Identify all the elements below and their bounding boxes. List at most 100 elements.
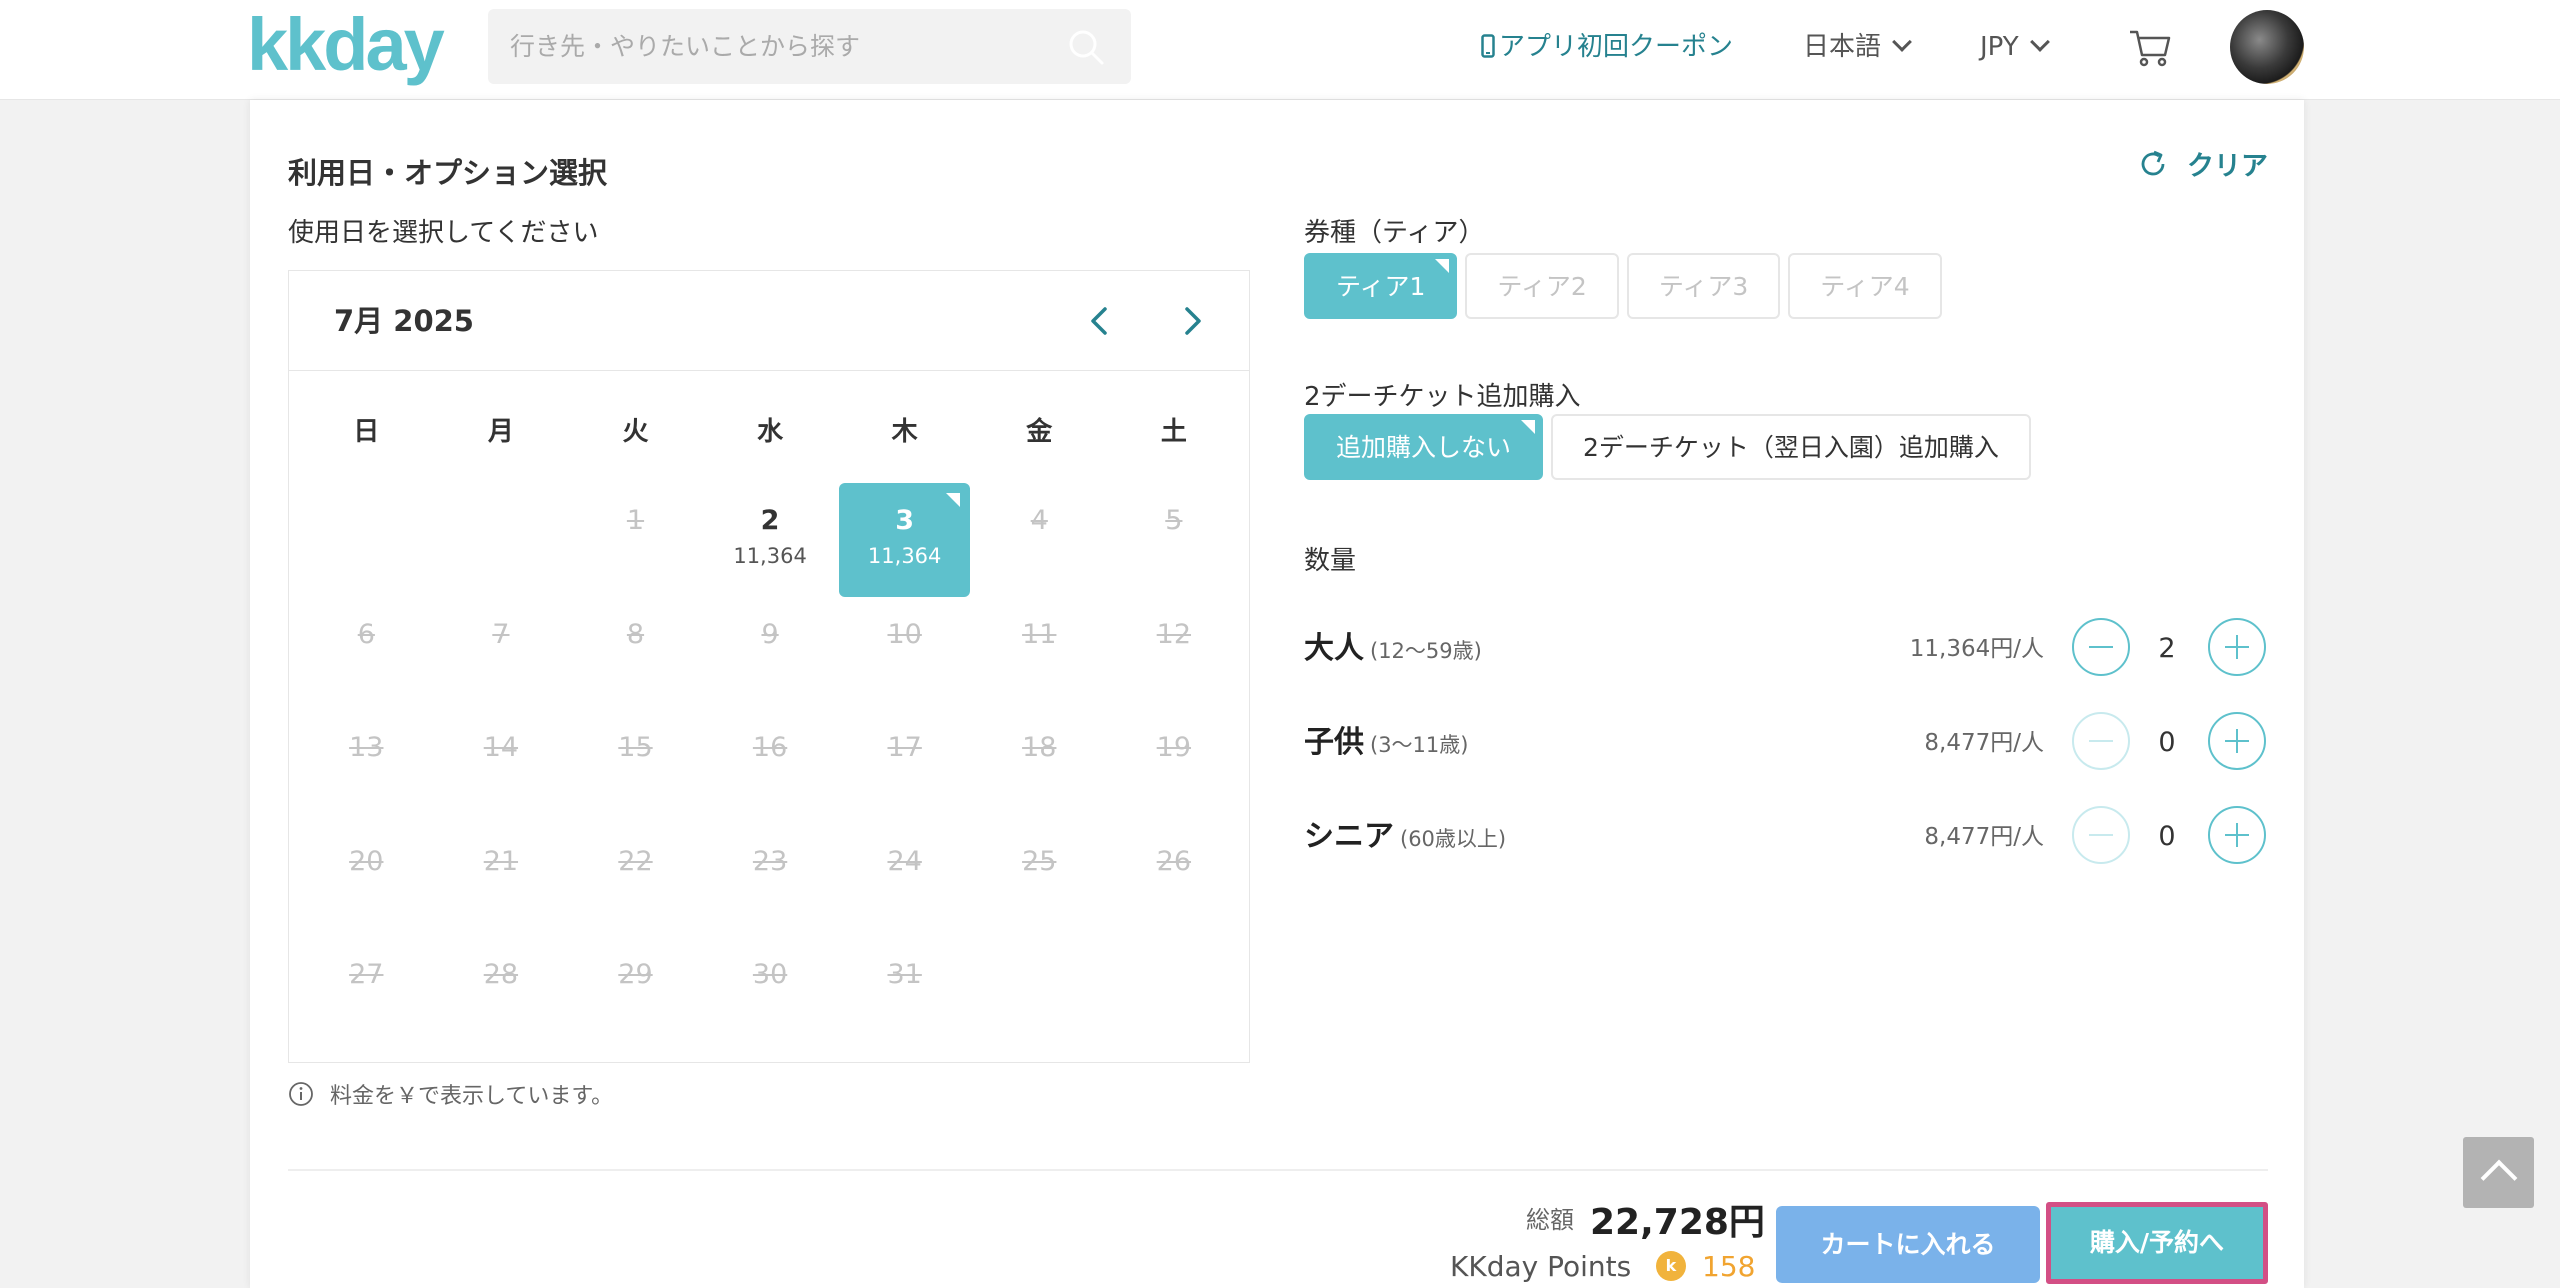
day-number: 9 [761, 618, 779, 650]
calendar-day: 27 [299, 937, 434, 1051]
tier-option-1[interactable]: ティア1 [1304, 253, 1458, 319]
calendar-days: 1 2 11,364 3 11,364 4 5 6 7 8 9 10 11 12 13 14 15 16 17 18 1… [299, 483, 1241, 1051]
chevron-left-icon[interactable] [1079, 299, 1123, 343]
calendar-day: 9 [703, 597, 838, 711]
decrement-button [2072, 712, 2130, 770]
cart-icon[interactable] [2128, 28, 2172, 68]
unit-price: 8,477円/人 [1924, 730, 2044, 756]
increment-button[interactable] [2208, 712, 2266, 770]
clear-label: クリア [2187, 151, 2268, 182]
increment-button[interactable] [2208, 806, 2266, 864]
app-coupon-link[interactable]: アプリ初回クーポン [1481, 0, 1733, 94]
back-to-top-button[interactable] [2463, 1137, 2534, 1208]
calendar-day[interactable]: 3 11,364 [839, 483, 970, 597]
increment-button[interactable] [2208, 618, 2266, 676]
day-number: 10 [887, 618, 922, 650]
date-calendar: 7月 2025 日月火水木金土 1 2 11,364 3 11,364 4 5 6 7 8 9 10 1… [288, 270, 1250, 1063]
day-number: 17 [887, 732, 922, 763]
day-number: 3 [895, 505, 915, 536]
kkday-logo[interactable]: kkday [247, 8, 445, 82]
buy-reserve-button[interactable]: 購入/予約へ [2046, 1202, 2268, 1284]
day-number: 31 [887, 959, 922, 990]
day-number: 24 [887, 845, 922, 877]
calendar-day[interactable]: 2 11,364 [703, 483, 838, 597]
tier-option-2: ティア2 [1465, 253, 1619, 319]
day-price: 11,364 [733, 544, 807, 568]
tier-option-3: ティア3 [1626, 253, 1781, 319]
day-number: 21 [483, 845, 519, 877]
calendar-day: 15 [568, 710, 703, 824]
day-number: 18 [1022, 732, 1057, 763]
calendar-day: 20 [299, 824, 434, 938]
tier-label: 券種（ティア） [1304, 218, 1485, 248]
calendar-day: 13 [299, 710, 434, 824]
chevron-right-icon[interactable] [1169, 299, 1213, 343]
calendar-day: 21 [434, 824, 569, 938]
tier-options: ティア1 ティア2 ティア3 ティア4 [1304, 253, 1942, 319]
clear-button[interactable]: クリア [2137, 144, 2268, 183]
day-number: 25 [1022, 845, 1057, 877]
divider [288, 1169, 2268, 1171]
panel-title: 利用日・オプション選択 [288, 156, 608, 190]
ticket-type-label: 子供 [1304, 725, 1364, 760]
ticket-age-range: (12〜59歳) [1370, 639, 1482, 663]
add-to-cart-button[interactable]: カートに入れる [1776, 1206, 2040, 1283]
quantity-row: 大人 (12〜59歳) 11,364円/人 2 [1304, 618, 2266, 680]
currency-selector[interactable]: JPY [1980, 0, 2050, 94]
day-number: 27 [349, 959, 384, 990]
calendar-day: 29 [568, 937, 703, 1051]
day-number: 2 [760, 505, 780, 536]
day-number: 28 [483, 959, 519, 990]
weekday-label: 金 [1026, 417, 1053, 447]
calendar-empty-cell [299, 483, 434, 597]
search-input[interactable]: 行き先・やりたいことから探す [510, 9, 860, 84]
day-number: 11 [1022, 618, 1057, 650]
day-number: 20 [349, 845, 384, 877]
day-number: 7 [492, 618, 510, 650]
ticket-type-name: 子供 (3〜11歳) [1304, 712, 1468, 776]
day-number: 14 [483, 732, 519, 763]
unit-price: 11,364円/人 [1909, 636, 2044, 662]
calendar-day: 25 [972, 824, 1107, 938]
calendar-day: 17 [837, 710, 972, 824]
ticket-type-name: シニア (60歳以上) [1304, 806, 1506, 870]
currency-label: JPY [1980, 32, 2019, 62]
tier-option-4: ティア4 [1788, 253, 1942, 319]
search-icon[interactable] [1067, 28, 1105, 66]
calendar-day: 19 [1107, 710, 1242, 824]
chevron-down-icon [2029, 32, 2050, 52]
calendar-day: 7 [434, 597, 569, 711]
quantity-label: 数量 [1304, 546, 1357, 576]
calendar-day: 10 [837, 597, 972, 711]
ticket-type-label: 大人 [1304, 631, 1364, 666]
day-number: 13 [349, 732, 384, 763]
ticket-age-range: (60歳以上) [1400, 827, 1507, 851]
decrement-button[interactable] [2072, 618, 2130, 676]
language-selector[interactable]: 日本語 [1803, 0, 1912, 94]
calendar-day: 6 [299, 597, 434, 711]
points-coin-icon: k [1656, 1251, 1686, 1281]
calendar-day: 4 [972, 483, 1107, 597]
search-bar[interactable]: 行き先・やりたいことから探す [488, 9, 1131, 84]
calendar-day: 8 [568, 597, 703, 711]
refresh-icon [2141, 150, 2165, 175]
language-label: 日本語 [1803, 32, 1882, 62]
addon-label: 2デーチケット追加購入 [1304, 382, 1581, 412]
day-number: 8 [626, 618, 645, 650]
addon-option-2[interactable]: 2デーチケット（翌日入園）追加購入 [1551, 414, 2031, 480]
calendar-day: 23 [703, 824, 838, 938]
day-number: 15 [618, 732, 653, 763]
addon-options: 追加購入しない 2デーチケット（翌日入園）追加購入 [1304, 414, 2031, 480]
quantity-value: 2 [2158, 633, 2176, 664]
calendar-day: 24 [837, 824, 972, 938]
calendar-day: 14 [434, 710, 569, 824]
quantity-row: シニア (60歳以上) 8,477円/人 0 [1304, 806, 2266, 868]
calendar-day: 28 [434, 937, 569, 1051]
calendar-header: 7月 2025 [289, 271, 1249, 371]
addon-option-1[interactable]: 追加購入しない [1304, 414, 1544, 480]
unit-price: 8,477円/人 [1924, 824, 2044, 850]
app-coupon-label: アプリ初回クーポン [1499, 32, 1734, 62]
day-number: 12 [1156, 618, 1192, 650]
day-number: 26 [1156, 845, 1192, 877]
avatar[interactable] [2230, 10, 2304, 84]
